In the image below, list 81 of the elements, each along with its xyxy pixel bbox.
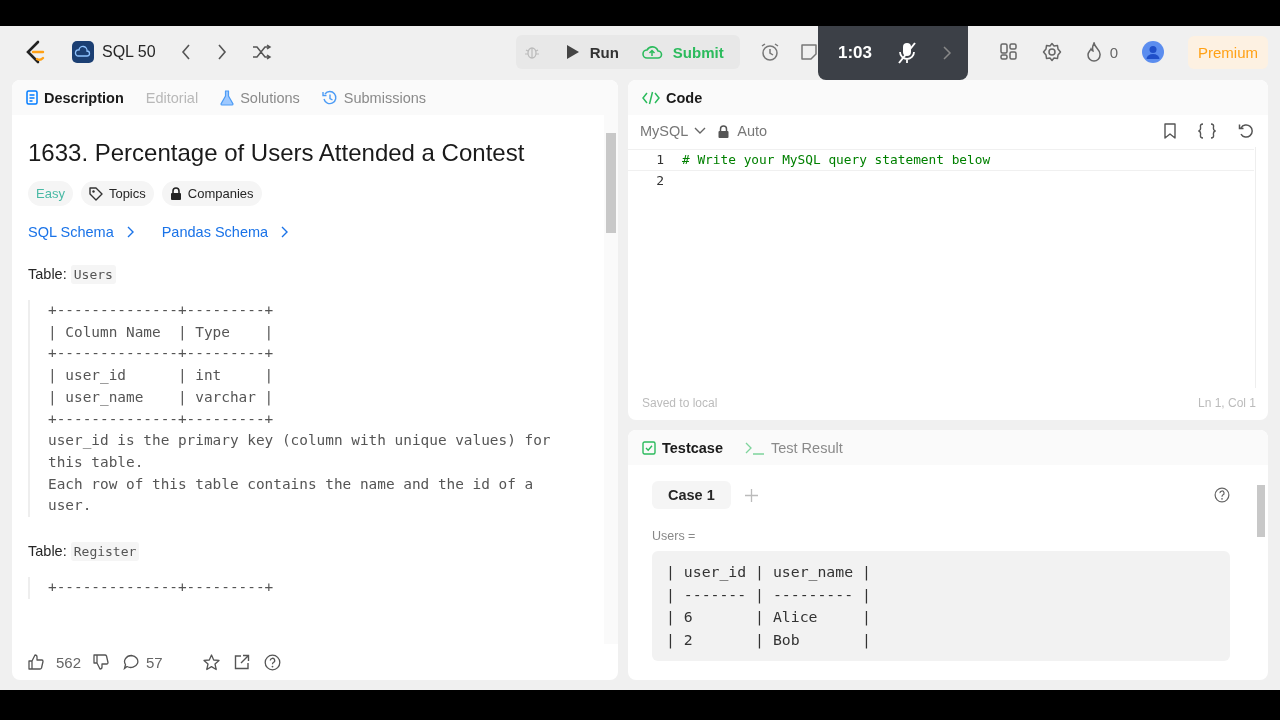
panel-tab[interactable]: Solutions bbox=[212, 85, 308, 110]
schema-link[interactable]: Pandas Schema bbox=[161, 224, 289, 240]
input-label: Users = bbox=[652, 529, 697, 543]
play-icon bbox=[565, 44, 580, 60]
chevron-right-icon bbox=[125, 226, 134, 238]
terminal-icon bbox=[745, 440, 765, 455]
thumbs-down-icon[interactable] bbox=[93, 654, 110, 670]
table-label: Table: bbox=[28, 543, 67, 560]
problem-title: 1633. Percentage of Users Attended a Contest bbox=[28, 139, 526, 167]
tag-icon bbox=[88, 186, 103, 201]
language-dropdown[interactable]: MySQL bbox=[640, 123, 707, 139]
logo-icon[interactable] bbox=[24, 40, 46, 64]
autocomplete-mode[interactable]: Auto bbox=[737, 123, 768, 139]
chevron-right-icon[interactable] bbox=[215, 43, 228, 61]
line-number: 1 bbox=[655, 152, 664, 168]
case-tab[interactable]: Case 1 bbox=[652, 481, 731, 509]
code-icon bbox=[642, 90, 660, 105]
table-name: Users bbox=[70, 265, 116, 284]
like-count: 562 bbox=[56, 653, 82, 671]
schema-line: | Column Name | Type | bbox=[48, 322, 275, 343]
testcase-input[interactable]: | user_id | user_name | | ------- | --------- | | 6 | Alice | | 2 | Bob | bbox=[652, 551, 1230, 662]
schema-line: +--------------+---------+ bbox=[48, 578, 275, 598]
help-icon[interactable] bbox=[263, 653, 281, 671]
reset-icon[interactable] bbox=[1238, 123, 1254, 139]
table-label: Table: bbox=[28, 266, 67, 282]
timer-time: 1:03 bbox=[838, 43, 873, 63]
panel-tab[interactable]: Code bbox=[634, 85, 711, 110]
bookmark-icon[interactable] bbox=[1164, 123, 1176, 139]
scrollbar[interactable] bbox=[604, 115, 618, 644]
streak-count: 0 bbox=[1109, 43, 1118, 61]
schema-line: | user_id | int | bbox=[48, 366, 275, 386]
schema-line: user_id is the primary key (column with unique values) for bbox=[48, 431, 552, 451]
help-icon[interactable] bbox=[1214, 487, 1230, 503]
document-icon bbox=[26, 90, 38, 105]
cloud-upload-icon bbox=[640, 44, 663, 60]
schema-line: | user_name | varchar | bbox=[48, 387, 275, 408]
checkbox-icon bbox=[642, 440, 656, 455]
lock-icon bbox=[169, 187, 182, 200]
panel-tab[interactable]: Test Result bbox=[737, 435, 851, 460]
share-icon[interactable] bbox=[233, 654, 250, 670]
tag-button[interactable]: Companies bbox=[161, 181, 262, 206]
chevron-down-icon bbox=[694, 127, 707, 135]
chevron-right-icon bbox=[280, 226, 289, 238]
history-icon bbox=[321, 89, 338, 106]
alarm-clock-icon[interactable] bbox=[759, 42, 780, 62]
schema-line: +--------------+---------+ bbox=[48, 301, 275, 320]
cloud-icon bbox=[72, 41, 94, 63]
difficulty-badge: Easy bbox=[28, 181, 73, 206]
tag-button[interactable]: Topics bbox=[80, 181, 154, 206]
schema-line: +--------------+---------+ bbox=[48, 344, 275, 364]
star-icon[interactable] bbox=[202, 653, 220, 671]
save-status: Saved to local bbox=[642, 396, 718, 410]
cursor-position: Ln 1, Col 1 bbox=[1197, 396, 1256, 410]
microphone-muted-icon[interactable] bbox=[896, 41, 918, 65]
flask-icon bbox=[220, 89, 235, 106]
schema-line: this table. bbox=[48, 452, 145, 472]
schema-line: +--------------+---------+ bbox=[48, 409, 275, 429]
table-name: Register bbox=[70, 542, 140, 562]
run-button[interactable]: Run bbox=[555, 37, 629, 67]
chevron-right-icon[interactable] bbox=[942, 45, 952, 61]
panel-tab[interactable]: Submissions bbox=[313, 85, 434, 110]
settings-icon[interactable] bbox=[1041, 42, 1062, 62]
line-number: 2 bbox=[655, 172, 664, 188]
flame-icon[interactable] bbox=[1085, 42, 1102, 62]
schema-line: user. bbox=[48, 496, 93, 516]
layout-icon[interactable] bbox=[999, 43, 1018, 61]
avatar-icon[interactable] bbox=[1142, 41, 1164, 63]
code-comment: # Write your MySQL query statement below bbox=[682, 152, 991, 168]
note-icon[interactable] bbox=[799, 43, 818, 61]
lock-icon bbox=[718, 124, 730, 138]
schema-line: Each row of this table contains the name and the id of a bbox=[48, 474, 535, 494]
thumbs-up-icon[interactable] bbox=[28, 654, 44, 670]
braces-icon[interactable] bbox=[1198, 123, 1216, 139]
schema-link[interactable]: SQL Schema bbox=[28, 224, 134, 240]
comment-icon[interactable] bbox=[123, 654, 141, 670]
panel-tab[interactable]: Testcase bbox=[634, 435, 731, 460]
shuffle-icon[interactable] bbox=[251, 44, 272, 60]
panel-tab[interactable]: Description bbox=[18, 85, 132, 110]
problem-list-title[interactable]: SQL 50 bbox=[102, 43, 156, 61]
chevron-left-icon[interactable] bbox=[179, 43, 192, 61]
comment-count: 57 bbox=[146, 653, 163, 671]
